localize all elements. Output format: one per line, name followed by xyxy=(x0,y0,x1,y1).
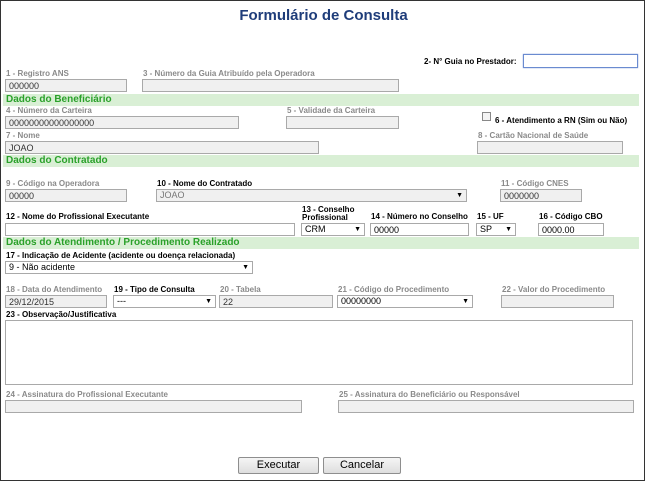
tipo-consulta-select[interactable]: --- ▼ xyxy=(113,295,216,308)
numero-conselho-label: 14 - Número no Conselho xyxy=(371,212,468,221)
tabela-label: 20 - Tabela xyxy=(220,285,261,294)
guia-prestador-input[interactable] xyxy=(523,54,638,68)
guia-prestador-label: 2- N° Guia no Prestador: xyxy=(424,57,517,66)
valor-procedimento-label: 22 - Valor do Procedimento xyxy=(502,285,606,294)
numero-carteira-label: 4 - Número da Carteira xyxy=(6,106,92,115)
conselho-profissional-label-2: Profissional xyxy=(302,213,348,222)
indicacao-acidente-select[interactable]: 9 - Não acidente ▼ xyxy=(5,261,253,274)
atendimento-rn-label: 6 - Atendimento a RN (Sim ou Não) xyxy=(495,116,628,125)
conselho-profissional-select[interactable]: CRM ▼ xyxy=(301,223,365,236)
uf-select[interactable]: SP ▼ xyxy=(476,223,516,236)
numero-carteira-input[interactable]: 00000000000000000 xyxy=(5,116,239,129)
section-beneficiario: Dados do Beneficiário xyxy=(3,94,639,106)
assinatura-profissional-input[interactable] xyxy=(5,400,302,413)
cartao-nacional-input[interactable] xyxy=(477,141,623,154)
cartao-nacional-label: 8 - Cartão Nacional de Saúde xyxy=(478,131,589,140)
cancelar-button[interactable]: Cancelar xyxy=(323,457,401,474)
guia-operadora-label: 3 - Número da Guia Atribuído pela Operad… xyxy=(143,69,315,78)
indicacao-acidente-label: 17 - Indicação de Acidente (acidente ou … xyxy=(6,251,236,260)
guia-operadora-input[interactable] xyxy=(142,79,399,92)
conselho-profissional-value: CRM xyxy=(305,224,326,234)
nome-input[interactable]: JOAO xyxy=(5,141,319,154)
codigo-cnes-label: 11 - Código CNES xyxy=(501,179,569,188)
data-atendimento-label: 18 - Data do Atendimento xyxy=(6,285,103,294)
chevron-down-icon: ▼ xyxy=(205,298,212,305)
codigo-cbo-input[interactable]: 0000.00 xyxy=(538,223,604,236)
tipo-consulta-label: 19 - Tipo de Consulta xyxy=(114,285,195,294)
registro-ans-label: 1 - Registro ANS xyxy=(6,69,69,78)
numero-conselho-input[interactable]: 00000 xyxy=(370,223,469,236)
nome-contratado-value: JOAO xyxy=(160,190,185,200)
section-contratado: Dados do Contratado xyxy=(3,155,639,167)
observacao-textarea[interactable] xyxy=(5,320,633,385)
validade-carteira-label: 5 - Validade da Carteira xyxy=(287,106,376,115)
nome-contratado-label: 10 - Nome do Contratado xyxy=(157,179,253,188)
chevron-down-icon: ▼ xyxy=(456,192,463,199)
chevron-down-icon: ▼ xyxy=(462,298,469,305)
indicacao-acidente-value: 9 - Não acidente xyxy=(9,262,76,272)
section-atendimento: Dados do Atendimento / Procedimento Real… xyxy=(3,237,639,249)
form-window: Formulário de Consulta 2- N° Guia no Pre… xyxy=(0,0,645,481)
nome-label: 7 - Nome xyxy=(6,131,40,140)
uf-value: SP xyxy=(480,224,493,234)
codigo-procedimento-label: 21 - Código do Procedimento xyxy=(338,285,450,294)
profissional-executante-label: 12 - Nome do Profissional Executante xyxy=(6,212,150,221)
executar-button[interactable]: Executar xyxy=(238,457,319,474)
data-atendimento-input[interactable]: 29/12/2015 xyxy=(5,295,107,308)
assinatura-profissional-label: 24 - Assinatura do Profissional Executan… xyxy=(6,390,168,399)
codigo-operadora-input[interactable]: 00000 xyxy=(5,189,127,202)
codigo-operadora-label: 9 - Código na Operadora xyxy=(6,179,100,188)
tabela-input[interactable]: 22 xyxy=(219,295,333,308)
uf-label: 15 - UF xyxy=(477,212,504,221)
atendimento-rn-checkbox[interactable] xyxy=(482,112,491,121)
nome-contratado-select[interactable]: JOAO ▼ xyxy=(156,189,467,202)
codigo-procedimento-value: 00000000 xyxy=(341,296,382,306)
chevron-down-icon: ▼ xyxy=(354,226,361,233)
tipo-consulta-value: --- xyxy=(117,296,126,306)
codigo-cnes-input[interactable]: 0000000 xyxy=(500,189,582,202)
profissional-executante-input[interactable] xyxy=(5,223,295,236)
codigo-procedimento-select[interactable]: 00000000 ▼ xyxy=(337,295,473,308)
codigo-cbo-label: 16 - Código CBO xyxy=(539,212,603,221)
validade-carteira-input[interactable] xyxy=(286,116,399,129)
chevron-down-icon: ▼ xyxy=(505,226,512,233)
assinatura-beneficiario-input[interactable] xyxy=(338,400,634,413)
chevron-down-icon: ▼ xyxy=(242,264,249,271)
assinatura-beneficiario-label: 25 - Assinatura do Beneficiário ou Respo… xyxy=(339,390,520,399)
observacao-label: 23 - Observação/Justificativa xyxy=(6,310,117,319)
page-title: Formulário de Consulta xyxy=(239,7,408,24)
registro-ans-input[interactable]: 000000 xyxy=(5,79,127,92)
valor-procedimento-input[interactable] xyxy=(501,295,614,308)
